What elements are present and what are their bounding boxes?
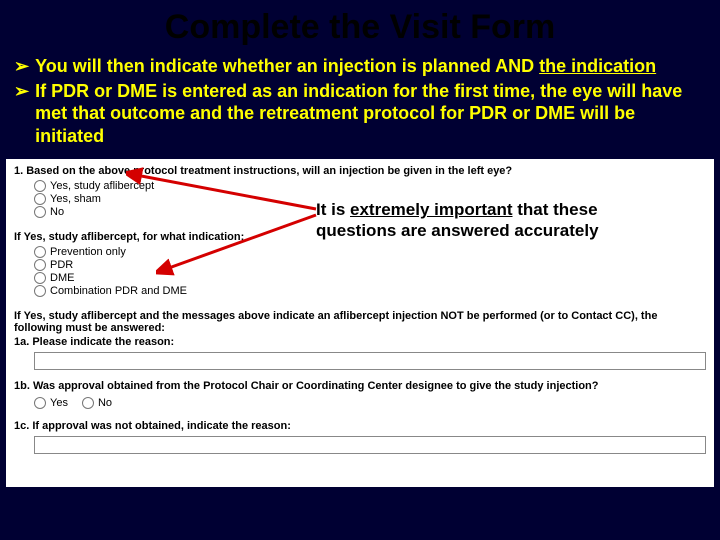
radio-icon xyxy=(34,206,46,218)
bullet-2-text: If PDR or DME is entered as an indicatio… xyxy=(35,80,700,148)
q1b-opt-no[interactable]: No xyxy=(82,397,112,409)
ind-opt-prevention[interactable]: Prevention only xyxy=(34,246,714,258)
q1b-options: Yes No xyxy=(6,394,714,414)
q1c-text: 1c. If approval was not obtained, indica… xyxy=(6,414,714,434)
radio-icon xyxy=(34,259,46,271)
q-ifnot: If Yes, study aflibercept and the messag… xyxy=(6,302,714,336)
radio-icon xyxy=(34,246,46,258)
bullet-arrow-icon: ➢ xyxy=(14,55,29,78)
q1-opt-aflibercept[interactable]: Yes, study aflibercept xyxy=(34,180,714,192)
q1a-input[interactable] xyxy=(34,352,706,370)
bullet-1: ➢ You will then indicate whether an inje… xyxy=(14,55,700,78)
radio-icon xyxy=(34,193,46,205)
bullet-arrow-icon: ➢ xyxy=(14,80,29,103)
radio-icon xyxy=(34,285,46,297)
q1b-opt-yes[interactable]: Yes xyxy=(34,397,68,409)
bullet-1-text: You will then indicate whether an inject… xyxy=(35,55,656,78)
q1c-input[interactable] xyxy=(34,436,706,454)
radio-icon xyxy=(34,180,46,192)
radio-icon xyxy=(34,397,46,409)
q1-text: 1. Based on the above protocol treatment… xyxy=(6,159,714,179)
ind-opt-pdr[interactable]: PDR xyxy=(34,259,714,271)
indication-options: Prevention only PDR DME Combination PDR … xyxy=(6,246,714,302)
ind-opt-dme[interactable]: DME xyxy=(34,272,714,284)
form-screenshot: 1. Based on the above protocol treatment… xyxy=(6,159,714,487)
ind-opt-combo[interactable]: Combination PDR and DME xyxy=(34,285,714,297)
bullet-list: ➢ You will then indicate whether an inje… xyxy=(0,51,720,157)
q1a-text: 1a. Please indicate the reason: xyxy=(6,336,714,350)
callout-text: It is extremely important that these que… xyxy=(316,199,636,242)
radio-icon xyxy=(82,397,94,409)
slide-title: Complete the Visit Form xyxy=(0,0,720,51)
radio-icon xyxy=(34,272,46,284)
bullet-2: ➢ If PDR or DME is entered as an indicat… xyxy=(14,80,700,148)
q1b-text: 1b. Was approval obtained from the Proto… xyxy=(6,374,714,394)
